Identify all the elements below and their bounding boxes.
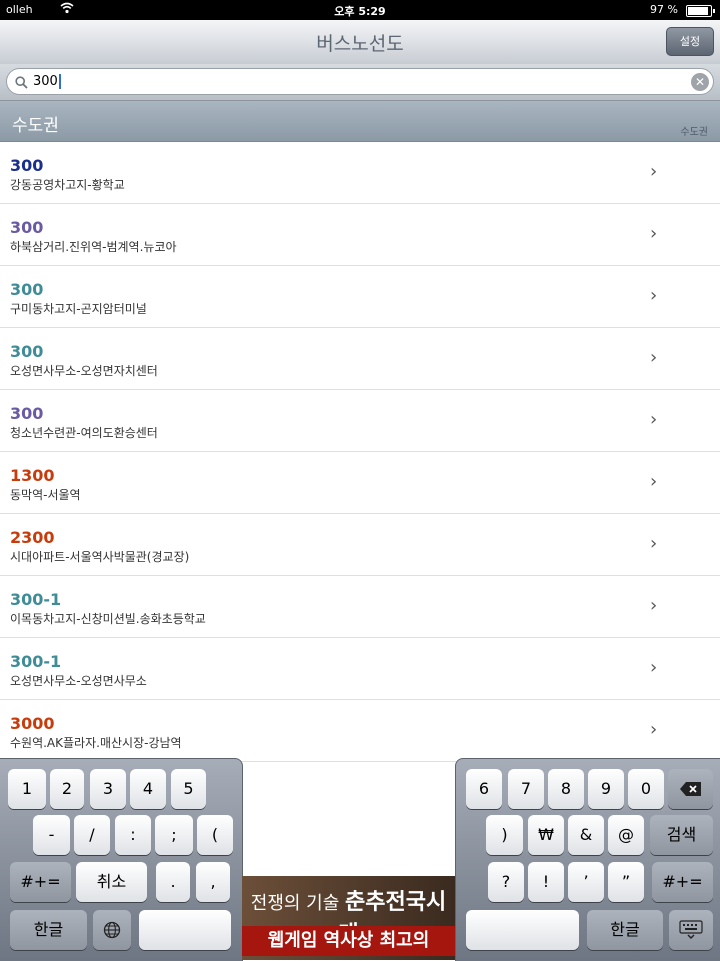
route-number: 2300 bbox=[10, 528, 55, 547]
route-description: 청소년수련관-여의도환승센터 bbox=[10, 426, 158, 440]
hide-keyboard-icon[interactable] bbox=[669, 910, 713, 950]
route-number: 1300 bbox=[10, 466, 55, 485]
key-undo[interactable]: 취소 bbox=[76, 862, 147, 902]
route-number: 300 bbox=[10, 404, 44, 423]
route-number: 300-1 bbox=[10, 590, 62, 609]
route-description: 하북삼거리.진위역-범계역.뉴코아 bbox=[10, 240, 177, 254]
key-colon[interactable]: : bbox=[115, 815, 151, 855]
key-open-paren[interactable]: ( bbox=[197, 815, 233, 855]
key-9[interactable]: 9 bbox=[588, 769, 624, 809]
status-bar: olleh 오후 5:29 97 % bbox=[0, 0, 720, 20]
key-hangul-right[interactable]: 한글 bbox=[587, 910, 663, 950]
section-header: 수도권 수도권 bbox=[0, 101, 720, 142]
route-description: 시대아파트-서울역사박물관(경교장) bbox=[10, 550, 190, 564]
clock: 오후 5:29 bbox=[334, 5, 386, 18]
route-row[interactable]: 300 구미동차고지-곤지암터미널 › bbox=[0, 266, 720, 328]
route-description: 오성면사무소-오성면자치센터 bbox=[10, 364, 158, 378]
chevron-right-icon: › bbox=[650, 657, 658, 678]
route-description: 강동공영차고지-황학교 bbox=[10, 178, 125, 192]
key-7[interactable]: 7 bbox=[508, 769, 544, 809]
key-won[interactable]: ₩ bbox=[528, 815, 564, 855]
chevron-right-icon: › bbox=[650, 471, 658, 492]
section-index-label[interactable]: 수도권 bbox=[680, 123, 708, 138]
search-bar: 300 ✕ bbox=[0, 64, 720, 101]
keyboard-right-half: 6 7 8 9 0 ) ₩ & @ 검색 ? ! ’ ” #+= 한글 bbox=[455, 758, 720, 961]
route-number: 300 bbox=[10, 218, 44, 237]
route-description: 오성면사무소-오성면사무소 bbox=[10, 674, 147, 688]
route-number: 300-1 bbox=[10, 652, 62, 671]
clear-search-icon[interactable]: ✕ bbox=[691, 73, 709, 91]
backspace-icon[interactable] bbox=[668, 769, 713, 809]
ad-banner[interactable]: 전쟁의 기술 춘추전국시대 웹게임 역사상 최고의 bbox=[242, 876, 455, 960]
key-0[interactable]: 0 bbox=[628, 769, 664, 809]
chevron-right-icon: › bbox=[650, 161, 658, 182]
route-description: 이목동차고지-신창미션빌.송화초등학교 bbox=[10, 612, 206, 626]
route-number: 3000 bbox=[10, 714, 55, 733]
key-question[interactable]: ? bbox=[488, 862, 524, 902]
route-description: 수원역.AK플라자.매산시장-강남역 bbox=[10, 736, 182, 750]
settings-button[interactable]: 설정 bbox=[666, 27, 714, 56]
search-value: 300 bbox=[33, 74, 58, 89]
keyboard-left-half: 1 2 3 4 5 - / : ; ( #+= 취소 . , 한글 bbox=[0, 758, 243, 961]
chevron-right-icon: › bbox=[650, 409, 658, 430]
key-3[interactable]: 3 bbox=[90, 769, 126, 809]
search-input[interactable]: 300 ✕ bbox=[6, 68, 714, 95]
route-number: 300 bbox=[10, 342, 44, 361]
key-period[interactable]: . bbox=[156, 862, 190, 902]
key-at[interactable]: @ bbox=[608, 815, 644, 855]
route-row[interactable]: 2300 시대아파트-서울역사박물관(경교장) › bbox=[0, 514, 720, 576]
key-space-left[interactable] bbox=[139, 910, 231, 950]
route-row[interactable]: 300 강동공영차고지-황학교 › bbox=[0, 142, 720, 204]
route-number: 300 bbox=[10, 156, 44, 175]
key-close-paren[interactable]: ) bbox=[486, 815, 523, 855]
battery-percent: 97 % bbox=[650, 3, 678, 16]
key-hangul[interactable]: 한글 bbox=[10, 910, 87, 950]
key-apostrophe[interactable]: ’ bbox=[568, 862, 604, 902]
key-more-symbols-right[interactable]: #+= bbox=[652, 862, 713, 902]
chevron-right-icon: › bbox=[650, 285, 658, 306]
key-6[interactable]: 6 bbox=[466, 769, 502, 809]
route-description: 동막역-서울역 bbox=[10, 488, 81, 502]
key-ampersand[interactable]: & bbox=[568, 815, 604, 855]
route-row[interactable]: 300-1 이목동차고지-신창미션빌.송화초등학교 › bbox=[0, 576, 720, 638]
key-2[interactable]: 2 bbox=[50, 769, 84, 809]
search-key[interactable]: 검색 bbox=[650, 815, 713, 855]
key-hyphen[interactable]: - bbox=[33, 815, 70, 855]
route-row[interactable]: 300 청소년수련관-여의도환승센터 › bbox=[0, 390, 720, 452]
route-row[interactable]: 300-1 오성면사무소-오성면사무소 › bbox=[0, 638, 720, 700]
search-icon bbox=[15, 74, 28, 93]
chevron-right-icon: › bbox=[650, 223, 658, 244]
key-1[interactable]: 1 bbox=[8, 769, 46, 809]
chevron-right-icon: › bbox=[650, 347, 658, 368]
chevron-right-icon: › bbox=[650, 719, 658, 740]
route-number: 300 bbox=[10, 280, 44, 299]
battery-icon bbox=[686, 5, 715, 17]
route-row[interactable]: 300 오성면사무소-오성면자치센터 › bbox=[0, 328, 720, 390]
key-space-right[interactable] bbox=[466, 910, 579, 950]
page-title: 버스노선도 bbox=[316, 33, 404, 55]
key-exclamation[interactable]: ! bbox=[528, 862, 564, 902]
ad-tagline: 웹게임 역사상 최고의 bbox=[242, 926, 455, 956]
key-8[interactable]: 8 bbox=[548, 769, 584, 809]
route-row[interactable]: 1300 동막역-서울역 › bbox=[0, 452, 720, 514]
route-description: 구미동차고지-곤지암터미널 bbox=[10, 302, 147, 316]
globe-icon[interactable] bbox=[93, 910, 131, 950]
route-list: 300 강동공영차고지-황학교 › 300 하북삼거리.진위역-범계역.뉴코아 › 300 구… bbox=[0, 142, 720, 762]
key-comma[interactable]: , bbox=[196, 862, 230, 902]
key-quote[interactable]: ” bbox=[608, 862, 644, 902]
key-semicolon[interactable]: ; bbox=[155, 815, 193, 855]
key-4[interactable]: 4 bbox=[130, 769, 166, 809]
route-row[interactable]: 300 하북삼거리.진위역-범계역.뉴코아 › bbox=[0, 204, 720, 266]
navigation-bar: 버스노선도 설정 bbox=[0, 20, 720, 65]
text-caret bbox=[58, 74, 61, 89]
chevron-right-icon: › bbox=[650, 595, 658, 616]
chevron-right-icon: › bbox=[650, 533, 658, 554]
key-slash[interactable]: / bbox=[74, 815, 110, 855]
key-more-symbols[interactable]: #+= bbox=[10, 862, 71, 902]
section-label: 수도권 bbox=[12, 116, 59, 136]
route-row[interactable]: 3000 수원역.AK플라자.매산시장-강남역 › bbox=[0, 700, 720, 762]
key-5[interactable]: 5 bbox=[171, 769, 206, 809]
